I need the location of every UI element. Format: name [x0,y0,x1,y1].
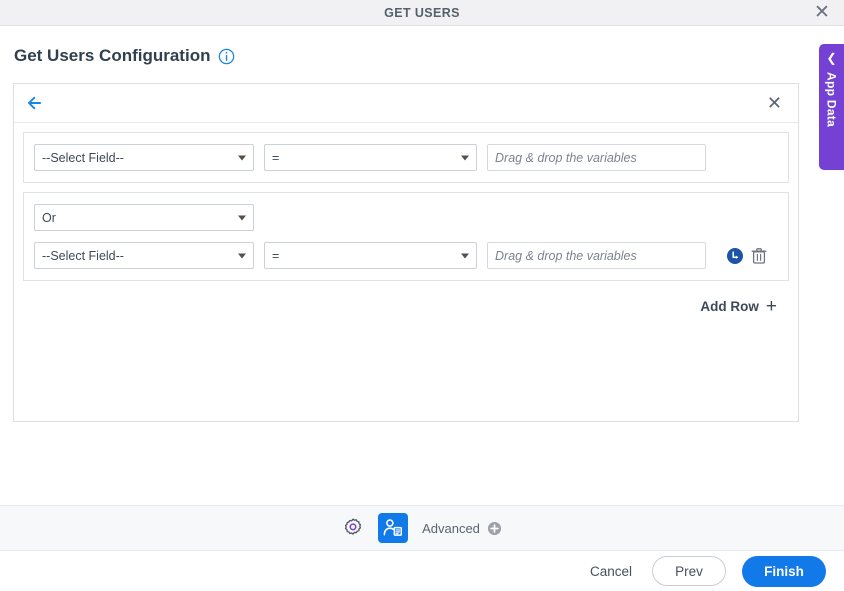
filter-panel-body: --Select Field-- = Drag & drop the varia… [14,123,798,325]
user-card-icon [383,519,403,536]
operator-select-wrap: = [264,242,477,269]
condition-row: --Select Field-- = Drag & drop the varia… [34,144,778,171]
delete-icon[interactable] [751,247,767,265]
operator-select[interactable]: = [264,242,477,269]
panel-close-icon[interactable]: ✕ [765,92,784,114]
finish-button[interactable]: Finish [742,555,826,587]
field-select-wrap: --Select Field-- [34,144,254,171]
add-row-label: Add Row [700,299,759,314]
join-select-wrap: Or [34,204,254,231]
advanced-label: Advanced [422,520,480,536]
condition-group: Or --Select Field-- = Drag & drop the va… [23,192,789,281]
field-select[interactable]: --Select Field-- [34,242,254,269]
filter-panel-header: ✕ [14,84,798,123]
add-row-bar: Add Row + [23,290,789,316]
get-users-step-button[interactable] [378,513,409,543]
value-input[interactable]: Drag & drop the variables [487,144,706,171]
cancel-button[interactable]: Cancel [586,558,636,585]
close-icon[interactable]: ✕ [812,3,832,23]
app-data-tab[interactable]: ❮ App Data [819,44,844,170]
condition-group: --Select Field-- = Drag & drop the varia… [23,132,789,183]
window-titlebar: GET USERS ✕ [0,0,844,26]
value-input[interactable]: Drag & drop the variables [487,242,706,269]
plus-icon: + [765,296,777,317]
app-data-tab-label: App Data [824,72,839,128]
add-subcondition-icon[interactable] [726,247,744,265]
operator-select[interactable]: = [264,144,477,171]
add-row-button[interactable]: Add Row + [700,297,777,316]
page-header: Get Users Configuration [0,26,844,66]
window-title: GET USERS [384,5,460,20]
operator-select-wrap: = [264,144,477,171]
dialog-footer: Cancel Prev Finish [0,551,844,591]
plus-circle-icon [487,521,501,535]
arrow-left-icon[interactable] [26,94,46,112]
step-toolbar: Advanced [0,505,844,551]
info-circle-icon[interactable] [218,48,235,65]
join-operator-row: Or [34,204,778,231]
join-select[interactable]: Or [34,204,254,231]
chevron-left-icon: ❮ [826,51,837,65]
prev-button[interactable]: Prev [652,556,726,586]
advanced-button[interactable]: Advanced [422,521,502,536]
gear-icon[interactable] [342,517,364,539]
row-actions [726,247,767,265]
field-select-wrap: --Select Field-- [34,242,254,269]
condition-row: --Select Field-- = Drag & drop the varia… [34,242,778,269]
field-select[interactable]: --Select Field-- [34,144,254,171]
page-title: Get Users Configuration [14,46,211,65]
filter-panel: ✕ --Select Field-- = Drag & drop the var… [13,83,799,422]
